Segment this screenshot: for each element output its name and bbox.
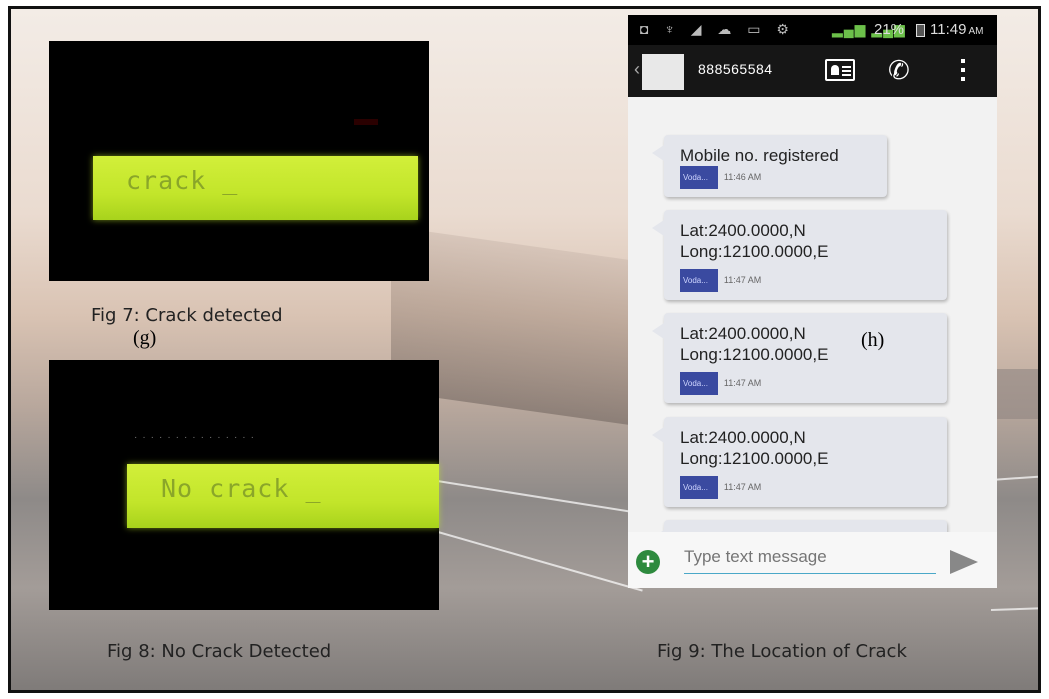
send-icon[interactable] bbox=[950, 550, 978, 574]
rail-line bbox=[990, 474, 1038, 481]
message-text: Lat:2400.0000,N Long:12100.0000,E bbox=[680, 221, 829, 261]
fig7-caption: Fig 7: Crack detected bbox=[91, 305, 283, 326]
notification-icons: ◘ ♆ ◢ ☁ ▭ ⚙ bbox=[640, 21, 795, 37]
message-meta: Voda... 11:47 AM bbox=[680, 476, 761, 499]
contact-card-icon[interactable] bbox=[825, 59, 855, 81]
message-bubble[interactable]: Lat:2400.0000,N Long:12100.0000,E Voda..… bbox=[652, 417, 947, 507]
led-indicator bbox=[354, 119, 378, 125]
lcd-dots: ··············· bbox=[134, 432, 259, 443]
message-input[interactable] bbox=[684, 540, 936, 574]
fig9-label: (h) bbox=[861, 329, 885, 351]
figure-panel: crack _ Fig 7: Crack detected (g) ······… bbox=[8, 6, 1041, 693]
fig7-label: (g) bbox=[133, 327, 157, 349]
message-text: Lat:2400.0000,N Long:12100.0000,E bbox=[680, 428, 829, 468]
message-meta: Voda... 11:46 AM bbox=[680, 166, 761, 189]
compose-bar: + bbox=[628, 532, 997, 588]
lcd-photo-crack: crack _ bbox=[49, 41, 429, 281]
lcd-text: No crack _ bbox=[161, 474, 322, 503]
overflow-menu-icon[interactable] bbox=[961, 59, 965, 83]
phone-call-icon[interactable]: ✆ bbox=[888, 55, 910, 86]
contact-number: 888565584 bbox=[698, 61, 773, 77]
fig8-caption: Fig 8: No Crack Detected bbox=[107, 641, 332, 662]
conversation-header: ‹ 888565584 ✆ bbox=[628, 45, 997, 97]
rail-line bbox=[990, 606, 1038, 611]
add-attachment-icon[interactable]: + bbox=[636, 550, 660, 574]
clock: 11:49 AM bbox=[930, 21, 984, 38]
message-text: Mobile no. registered bbox=[680, 146, 839, 165]
lcd-text: crack _ bbox=[126, 166, 239, 195]
message-meta: Voda... 11:47 AM bbox=[680, 269, 761, 292]
phone-screenshot: ◘ ♆ ◢ ☁ ▭ ⚙ ▂▄▆ ▂▄▆ 21% 11:49 AM ‹ 888565… bbox=[628, 15, 997, 588]
message-bubble[interactable]: Lat:2400.0000,N Long:12100.0000,E Voda..… bbox=[652, 313, 947, 403]
message-bubble[interactable]: Mobile no. registered Voda... 11:46 AM bbox=[652, 135, 887, 197]
message-bubble[interactable]: Lat:2400.0000,N Long:12100.0000,E Voda..… bbox=[652, 210, 947, 300]
lcd-screen: crack _ bbox=[93, 156, 418, 220]
battery-level: 21% bbox=[874, 21, 905, 38]
battery-icon bbox=[916, 24, 925, 37]
message-meta: Voda... 11:47 AM bbox=[680, 372, 761, 395]
lcd-screen: No crack _ bbox=[127, 464, 439, 528]
back-icon[interactable]: ‹ bbox=[634, 59, 640, 80]
lcd-photo-no-crack: ··············· No crack _ bbox=[49, 360, 439, 610]
fig9-caption: Fig 9: The Location of Crack bbox=[657, 641, 907, 662]
message-text: Lat:2400.0000,N Long:12100.0000,E bbox=[680, 324, 829, 364]
rail-line bbox=[430, 529, 643, 592]
avatar[interactable] bbox=[642, 54, 684, 90]
status-bar: ◘ ♆ ◢ ☁ ▭ ⚙ ▂▄▆ ▂▄▆ 21% 11:49 AM bbox=[628, 15, 997, 45]
